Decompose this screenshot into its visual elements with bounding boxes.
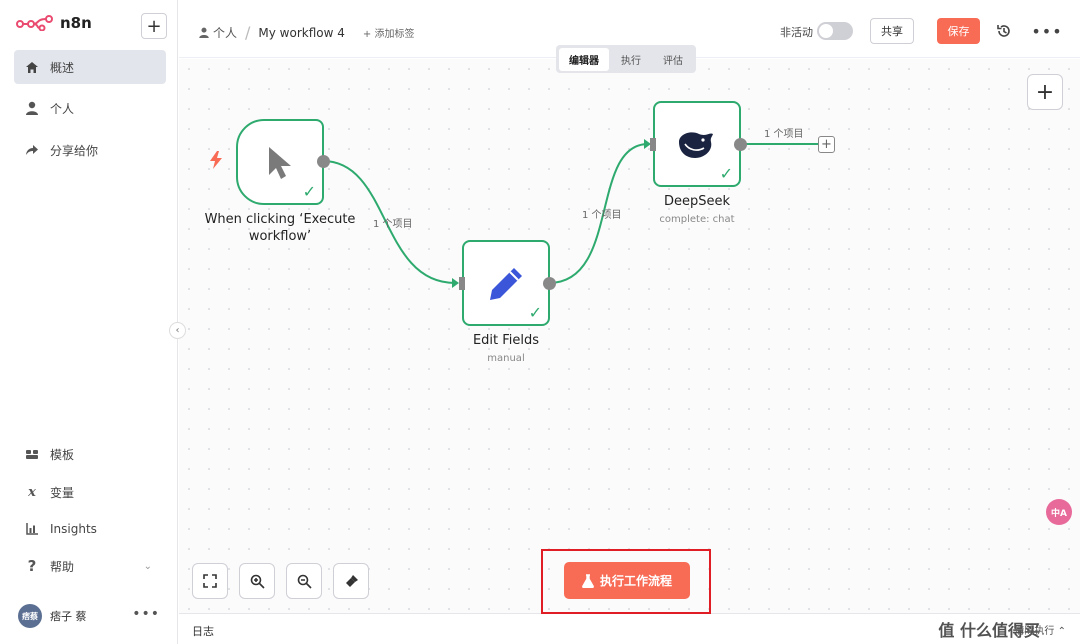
user-name: 痞子 蔡 (50, 610, 87, 623)
zoom-out-button[interactable] (286, 563, 322, 599)
sidebar-item-label: 概述 (50, 60, 75, 75)
zoom-in-icon (250, 574, 265, 589)
sidebar-item-label: Insights (50, 522, 97, 536)
cursor-icon (269, 147, 291, 179)
user-icon (24, 100, 40, 116)
sidebar-item-personal[interactable]: 个人 (14, 91, 166, 125)
sidebar-item-overview[interactable]: 概述 (14, 50, 166, 84)
sidebar-item-templates[interactable]: 模板 (14, 437, 166, 471)
edge-label: 1 个项目 (373, 219, 413, 230)
user-icon (199, 27, 209, 38)
history-icon[interactable] (995, 22, 1013, 40)
breadcrumb-separator: / (245, 23, 251, 42)
edge-label: 1 个项目 (582, 210, 622, 221)
sidebar-item-insights[interactable]: Insights (14, 512, 166, 546)
node-subtitle: manual (487, 353, 525, 364)
help-icon: ? (27, 557, 37, 575)
node-title: When clicking ‘Execute workflow’ (204, 212, 356, 244)
sidebar: n8n + 概述 个人 分享给你 模板 x 变量 Insights ? 帮助 ⌄… (0, 0, 178, 644)
home-icon (24, 59, 40, 75)
node-deepseek[interactable]: ✓ (653, 101, 741, 187)
chevron-down-icon: ⌄ (143, 560, 152, 572)
n8n-logo[interactable]: n8n (16, 14, 92, 32)
share-icon (24, 142, 40, 158)
fit-view-icon (203, 574, 217, 588)
active-toggle[interactable] (817, 22, 853, 40)
save-button[interactable]: 保存 (937, 18, 980, 44)
sidebar-item-help[interactable]: ? 帮助 ⌄ (14, 549, 166, 583)
node-manual-trigger[interactable]: ✓ (236, 119, 324, 205)
zoom-out-icon (297, 574, 312, 589)
collapse-sidebar-button[interactable]: ‹ (169, 322, 186, 339)
sidebar-item-label: 帮助 (50, 559, 75, 574)
add-icon: + (146, 15, 162, 37)
highlight-box (541, 549, 711, 614)
success-check-icon: ✓ (528, 303, 542, 322)
input-port[interactable] (650, 138, 656, 151)
add-node-button[interactable]: + (1027, 74, 1063, 110)
success-check-icon: ✓ (719, 164, 733, 183)
more-options-icon[interactable]: ••• (1031, 22, 1061, 41)
chevron-up-icon[interactable]: ⌃ (1058, 626, 1066, 637)
add-button[interactable]: + (141, 13, 167, 39)
tab-editor[interactable]: 编辑器 (559, 47, 609, 71)
log-panel-bar[interactable]: 日志 值 什么值得买 清除执行 ⌃ (179, 613, 1080, 644)
fit-view-button[interactable] (192, 563, 228, 599)
deepseek-whale-icon (679, 132, 713, 158)
view-tabs: 编辑器 执行 评估 (556, 45, 696, 73)
tab-evaluations[interactable]: 评估 (653, 48, 693, 71)
output-port[interactable] (734, 138, 747, 151)
breadcrumb: 个人 / My workflow 4 + 添加标签 (199, 23, 414, 42)
output-port[interactable] (543, 277, 556, 290)
tab-executions[interactable]: 执行 (611, 48, 651, 71)
breadcrumb-project[interactable]: 个人 (199, 24, 237, 41)
app-name: n8n (60, 14, 92, 32)
sidebar-item-label: 分享给你 (50, 143, 99, 158)
broom-icon (345, 574, 358, 587)
add-next-node-icon[interactable]: + (818, 136, 835, 153)
sidebar-item-variables[interactable]: x 变量 (14, 475, 166, 509)
sidebar-item-label: 变量 (50, 485, 75, 500)
sidebar-item-label: 个人 (50, 101, 75, 116)
template-icon (24, 446, 40, 462)
insights-icon (24, 521, 40, 537)
add-tag-button[interactable]: + 添加标签 (363, 25, 415, 40)
tidy-up-button[interactable] (333, 563, 369, 599)
input-port[interactable] (459, 277, 465, 290)
node-edit-fields[interactable]: ✓ (462, 240, 550, 326)
more-icon[interactable]: ••• (132, 606, 160, 622)
zoom-in-button[interactable] (239, 563, 275, 599)
log-label: 日志 (192, 625, 214, 638)
active-status-label: 非活动 (780, 26, 813, 39)
variable-icon: x (28, 484, 36, 500)
output-port[interactable] (317, 155, 330, 168)
avatar: 痞蔡 (18, 604, 42, 628)
translate-icon[interactable]: 中A (1046, 499, 1072, 525)
share-button[interactable]: 共享 (870, 18, 914, 44)
n8n-logo-icon (16, 15, 53, 31)
workflow-name[interactable]: My workflow 4 (258, 26, 344, 40)
user-menu[interactable]: 痞蔡 痞子 蔡 ••• (18, 602, 166, 630)
trigger-bolt-icon (209, 151, 223, 173)
breadcrumb-project-label: 个人 (213, 26, 238, 40)
sidebar-item-label: 模板 (50, 447, 75, 462)
edge-label: 1 个项目 (764, 129, 804, 140)
node-subtitle: complete: chat (659, 214, 735, 225)
node-title: DeepSeek (663, 194, 731, 209)
sidebar-item-shared[interactable]: 分享给你 (14, 133, 166, 167)
success-check-icon: ✓ (302, 182, 316, 201)
clear-execution-button[interactable]: 清除执行 ⌃ (1014, 622, 1066, 637)
node-title: Edit Fields (472, 333, 540, 348)
clear-execution-label: 清除执行 (1014, 626, 1055, 637)
pencil-icon (490, 268, 522, 300)
